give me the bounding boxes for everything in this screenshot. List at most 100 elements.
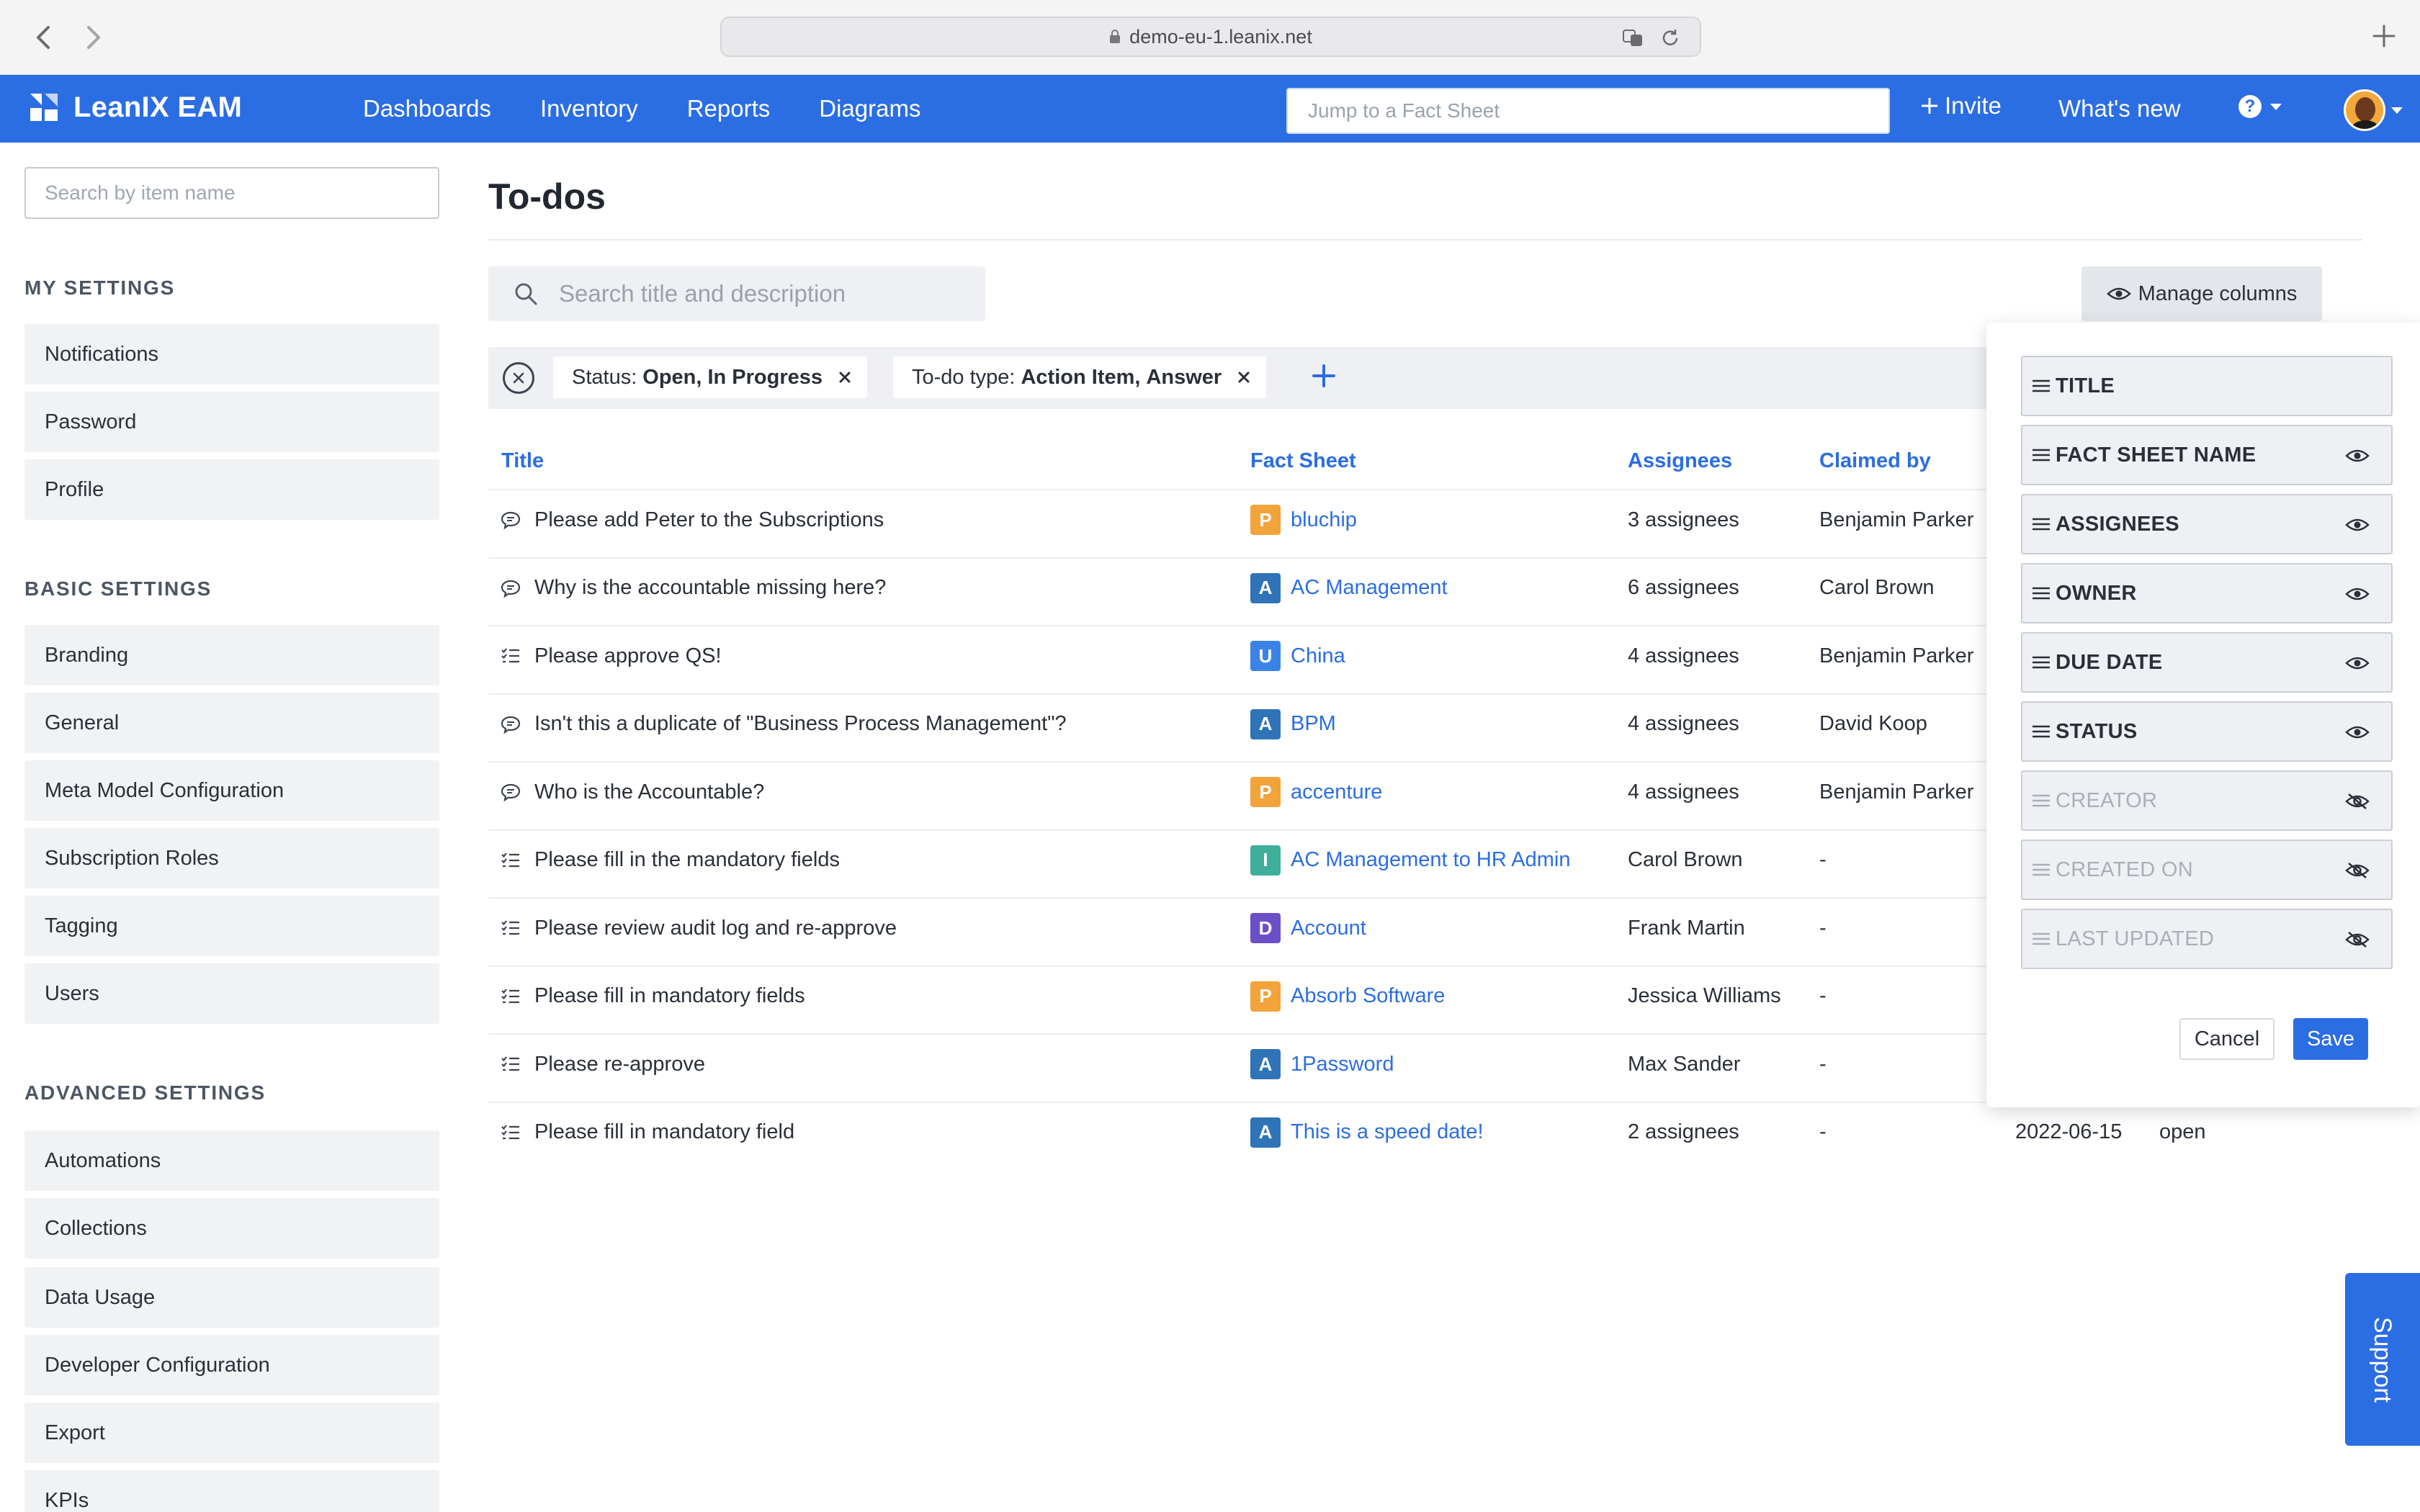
fact-sheet-cell[interactable]: P Absorb Software [1250,981,1445,1012]
fact-sheet-link[interactable]: AC Management [1291,576,1448,600]
column-option[interactable]: FACT SHEET NAME [2021,425,2393,485]
drag-handle-icon[interactable] [2031,447,2056,463]
drag-handle-icon[interactable] [2031,724,2056,739]
sidebar-item-automations[interactable]: Automations [24,1130,439,1191]
drag-handle-icon[interactable] [2031,516,2056,532]
nav-dashboards[interactable]: Dashboards [363,95,491,122]
fact-sheet-link[interactable]: 1Password [1291,1053,1394,1076]
help-menu-button[interactable]: ? [2238,95,2282,118]
column-option-label: LAST UPDATED [2056,927,2215,950]
fact-sheet-cell[interactable]: D Account [1250,913,1366,943]
nav-inventory[interactable]: Inventory [540,95,638,122]
app-logo[interactable]: LeanIX EAM [27,91,242,124]
sidebar-item-profile[interactable]: Profile [24,459,439,520]
fact-sheet-cell[interactable]: U China [1250,641,1345,671]
todo-title-cell[interactable]: Isn't this a duplicate of "Business Proc… [500,710,1067,739]
jump-to-fact-sheet-input[interactable]: Jump to a Fact Sheet [1286,88,1890,134]
drag-handle-icon[interactable] [2031,585,2056,601]
column-option[interactable]: TITLE [2021,356,2393,416]
support-tab[interactable]: Support [2345,1273,2420,1446]
close-icon[interactable] [838,371,851,384]
drag-handle-icon[interactable] [2031,862,2056,878]
todo-title: Please fill in mandatory field [534,1120,795,1143]
todo-title-cell[interactable]: Please review audit log and re-approve [500,914,897,942]
nav-reports[interactable]: Reports [687,95,771,122]
sidebar-item-collections[interactable]: Collections [24,1198,439,1259]
cancel-button[interactable]: Cancel [2179,1018,2275,1060]
todo-title-cell[interactable]: Who is the Accountable? [500,778,764,806]
sidebar-item-users[interactable]: Users [24,963,439,1024]
sidebar-item-kpis[interactable]: KPIs [24,1470,439,1512]
drag-handle-icon[interactable] [2031,654,2056,670]
fact-sheet-cell[interactable]: A This is a speed date! [1250,1117,1484,1148]
invite-button[interactable]: Invite [1920,92,2002,120]
todo-title-cell[interactable]: Please add Peter to the Subscriptions [500,505,884,534]
fact-sheet-cell[interactable]: I AC Management to HR Admin [1250,845,1570,876]
user-menu-button[interactable] [2344,89,2403,131]
sidebar-item-developer-configuration[interactable]: Developer Configuration [24,1335,439,1395]
sidebar-item-notifications[interactable]: Notifications [24,324,439,384]
column-option[interactable]: DUE DATE [2021,632,2393,693]
column-option[interactable]: STATUS [2021,701,2393,762]
translate-icon[interactable] [1622,27,1644,49]
back-icon[interactable] [22,16,65,59]
column-option[interactable]: CREATOR [2021,770,2393,831]
sidebar-item-tagging[interactable]: Tagging [24,896,439,956]
save-button[interactable]: Save [2293,1018,2368,1060]
column-option[interactable]: ASSIGNEES [2021,494,2393,554]
drag-handle-icon[interactable] [2031,931,2056,947]
drag-handle-icon[interactable] [2031,793,2056,809]
sidebar-search-input[interactable]: Search by item name [24,167,439,219]
column-header-fact-sheet[interactable]: Fact Sheet [1250,449,1356,473]
forward-icon[interactable] [72,16,115,59]
fact-sheet-link[interactable]: China [1291,644,1345,668]
close-icon[interactable] [1237,371,1250,384]
fact-sheet-link[interactable]: bluchip [1291,508,1357,532]
todo-title-cell[interactable]: Please fill in mandatory field [500,1118,794,1147]
fact-sheet-cell[interactable]: A 1Password [1250,1049,1394,1079]
todo-title-cell[interactable]: Please approve QS! [500,642,722,670]
fact-sheet-link[interactable]: This is a speed date! [1291,1120,1484,1144]
todo-title-cell[interactable]: Please fill in the mandatory fields [500,846,840,875]
sidebar-item-meta-model[interactable]: Meta Model Configuration [24,760,439,821]
todo-search-input[interactable]: Search title and description [488,266,985,321]
filter-chip-todo-type[interactable]: To-do type: Action Item, Answer [893,356,1267,398]
todo-title-cell[interactable]: Please fill in mandatory fields [500,982,805,1011]
filter-chip-status[interactable]: Status: Open, In Progress [553,356,868,398]
new-tab-icon[interactable] [2370,22,2398,50]
fact-sheet-cell[interactable]: Pbluchip [1250,505,1357,535]
clear-filters-button[interactable] [503,362,534,394]
sidebar-item-general[interactable]: General [24,693,439,753]
add-filter-icon[interactable] [1309,361,1338,390]
sidebar-item-export[interactable]: Export [24,1403,439,1463]
comment-icon [500,781,534,803]
todo-title-cell[interactable]: Please re-approve [500,1050,705,1079]
nav-diagrams[interactable]: Diagrams [819,95,920,122]
sidebar-item-branding[interactable]: Branding [24,625,439,685]
reload-icon[interactable] [1659,27,1681,49]
sidebar-item-password[interactable]: Password [24,392,439,452]
fact-sheet-link[interactable]: Absorb Software [1291,984,1445,1008]
todo-title-cell[interactable]: Why is the accountable missing here? [500,574,886,603]
address-bar[interactable]: demo-eu-1.leanix.net [720,17,1701,57]
fact-sheet-link[interactable]: AC Management to HR Admin [1291,848,1570,872]
fact-sheet-link[interactable]: Account [1291,917,1366,940]
manage-columns-button[interactable]: Manage columns [2081,266,2322,321]
sidebar-item-subscription-roles[interactable]: Subscription Roles [24,828,439,888]
column-option[interactable]: OWNER [2021,563,2393,624]
fact-sheet-link[interactable]: BPM [1291,712,1336,736]
chevron-down-icon [2270,103,2282,110]
sidebar-item-data-usage[interactable]: Data Usage [24,1267,439,1328]
column-header-title[interactable]: Title [501,449,544,473]
column-option[interactable]: CREATED ON [2021,840,2393,900]
whats-new-link[interactable]: What's new [2058,95,2181,122]
fact-sheet-cell[interactable]: A BPM [1250,708,1336,739]
fact-sheet-link[interactable]: accenture [1291,780,1382,804]
column-option[interactable]: LAST UPDATED [2021,909,2393,969]
column-header-assignees[interactable]: Assignees [1628,449,1732,473]
drag-handle-icon[interactable] [2031,378,2056,394]
browser-toolbar: demo-eu-1.leanix.net [0,0,2420,75]
column-header-claimed-by[interactable]: Claimed by [1819,449,1931,473]
fact-sheet-cell[interactable]: A AC Management [1250,572,1448,603]
fact-sheet-cell[interactable]: Paccenture [1250,777,1382,807]
